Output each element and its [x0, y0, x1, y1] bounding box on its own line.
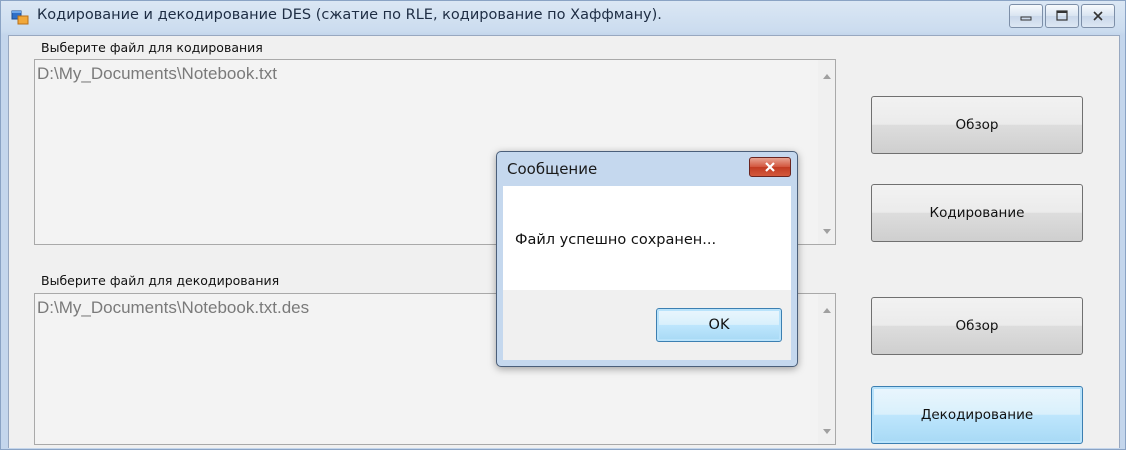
decode-browse-button[interactable]: Обзор	[871, 297, 1083, 355]
encode-file-label: Выберите файл для кодирования	[41, 40, 263, 55]
scroll-down-arrow-icon[interactable]	[823, 229, 831, 234]
close-window-button[interactable]	[1081, 4, 1115, 28]
main-window: Кодирование и декодирование DES (сжатие …	[0, 0, 1126, 450]
encode-button[interactable]: Кодирование	[871, 184, 1083, 242]
decode-file-label: Выберите файл для декодирования	[41, 273, 280, 288]
decode-button[interactable]: Декодирование	[871, 386, 1083, 444]
app-window-icon	[11, 10, 29, 25]
window-title: Кодирование и декодирование DES (сжатие …	[37, 7, 662, 23]
close-icon	[765, 162, 775, 172]
decode-scrollbar[interactable]	[818, 294, 835, 444]
dialog-body: Файл успешно сохранен...	[503, 186, 791, 290]
minimize-icon	[1020, 16, 1032, 21]
minimize-button[interactable]	[1009, 4, 1043, 28]
encode-file-path: D:\My_Documents\Notebook.txt	[37, 64, 277, 83]
scroll-up-arrow-icon[interactable]	[823, 74, 831, 79]
encode-scrollbar[interactable]	[818, 60, 835, 244]
dialog-message: Файл успешно сохранен...	[515, 232, 717, 248]
scroll-up-arrow-icon[interactable]	[823, 308, 831, 313]
decode-file-path: D:\My_Documents\Notebook.txt.des	[37, 298, 310, 317]
dialog-close-button[interactable]	[749, 157, 791, 177]
dialog-footer: OK	[503, 290, 791, 360]
title-bar[interactable]: Кодирование и декодирование DES (сжатие …	[1, 1, 1125, 35]
maximize-icon	[1056, 10, 1068, 21]
encode-browse-button[interactable]: Обзор	[871, 96, 1083, 154]
ok-button[interactable]: OK	[656, 308, 782, 342]
maximize-button[interactable]	[1045, 4, 1079, 28]
close-icon	[1093, 11, 1103, 21]
scroll-down-arrow-icon[interactable]	[823, 429, 831, 434]
dialog-title: Сообщение	[507, 160, 598, 178]
message-dialog: Сообщение Файл успешно сохранен... OK	[496, 151, 798, 367]
